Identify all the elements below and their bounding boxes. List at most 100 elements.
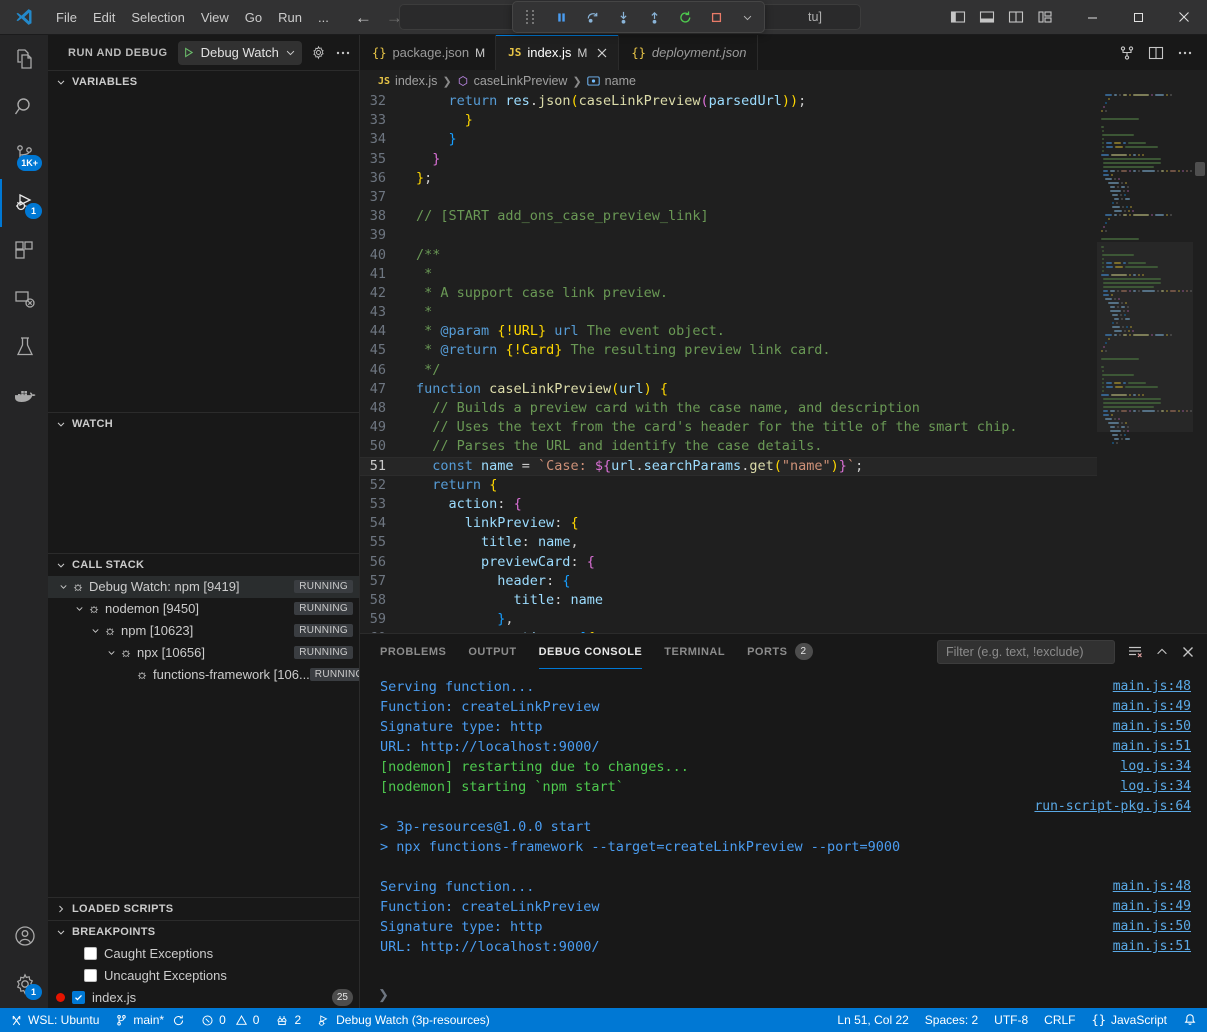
split-editor-right-icon[interactable] — [1148, 45, 1164, 61]
code-editor[interactable]: 32 return res.json(caseLinkPreview(parse… — [360, 92, 1207, 633]
debug-console-output[interactable]: Serving function...main.js:48Function: c… — [360, 669, 1207, 982]
back-arrow-icon[interactable]: ← — [355, 9, 372, 26]
console-source-link[interactable]: main.js:48 — [1113, 677, 1191, 697]
code-line[interactable]: 45 * @return {!Card} The resulting previ… — [360, 341, 1097, 360]
chevron-up-icon[interactable] — [1155, 645, 1169, 659]
code-line[interactable]: 38// [START add_ons_case_preview_link] — [360, 207, 1097, 226]
menu-selection[interactable]: Selection — [123, 7, 192, 28]
code-line[interactable]: 56 previewCard: { — [360, 553, 1097, 572]
status-encoding[interactable]: UTF-8 — [986, 1008, 1036, 1032]
status-eol[interactable]: CRLF — [1036, 1008, 1083, 1032]
code-line[interactable]: 49 // Uses the text from the card's head… — [360, 418, 1097, 437]
tab-package-json[interactable]: {} package.json M — [360, 35, 496, 70]
console-source-link[interactable]: main.js:50 — [1113, 917, 1191, 937]
status-git-branch[interactable]: main* — [107, 1008, 193, 1032]
console-source-link[interactable]: log.js:34 — [1121, 777, 1191, 797]
code-line[interactable]: 41 * — [360, 265, 1097, 284]
debug-configuration-picker[interactable]: Debug Watch — [178, 41, 302, 65]
activity-item-extensions[interactable] — [0, 227, 48, 275]
call-stack-row[interactable]: npm [10623] RUNNING — [48, 620, 359, 642]
code-line[interactable]: 35 } — [360, 150, 1097, 169]
code-line[interactable]: 59 }, — [360, 610, 1097, 629]
menu-more[interactable]: ... — [310, 7, 337, 28]
section-header-watch[interactable]: WATCH — [48, 413, 359, 435]
status-debug-session[interactable]: Debug Watch (3p-resources) — [309, 1008, 498, 1032]
more-actions-icon[interactable] — [335, 45, 351, 61]
call-stack-row[interactable]: npx [10656] RUNNING — [48, 642, 359, 664]
close-icon[interactable] — [1181, 645, 1195, 659]
chevron-down-icon[interactable] — [737, 6, 757, 28]
code-line[interactable]: 52 return { — [360, 476, 1097, 495]
clear-console-icon[interactable] — [1127, 644, 1143, 660]
section-header-call-stack[interactable]: CALL STACK — [48, 554, 359, 576]
breakpoint-row[interactable]: index.js 25 — [48, 987, 359, 1008]
toggle-secondary-sidebar-icon[interactable] — [1008, 9, 1024, 25]
close-icon[interactable] — [596, 47, 608, 59]
start-debug-icon[interactable] — [182, 46, 195, 59]
breadcrumb-item-symbol[interactable]: name — [605, 74, 636, 88]
editor-scrollbar[interactable] — [1193, 92, 1207, 633]
chevron-down-icon[interactable] — [72, 603, 86, 614]
code-line[interactable]: 33 } — [360, 111, 1097, 130]
status-notifications[interactable] — [1175, 1008, 1205, 1032]
close-button[interactable] — [1161, 0, 1207, 35]
chevron-down-icon[interactable] — [285, 47, 296, 58]
menu-view[interactable]: View — [193, 7, 237, 28]
status-problems[interactable]: 0 0 — [193, 1008, 267, 1032]
chevron-down-icon[interactable] — [88, 625, 102, 636]
breakpoint-checkbox[interactable] — [84, 947, 97, 960]
toggle-primary-sidebar-icon[interactable] — [950, 9, 966, 25]
code-line[interactable]: 53 action: { — [360, 495, 1097, 514]
split-editor-icon[interactable] — [1119, 45, 1135, 61]
tab-ports[interactable]: PORTS 2 — [747, 634, 812, 669]
breakpoint-row[interactable]: Caught Exceptions — [48, 943, 359, 965]
status-ports[interactable]: 2 — [267, 1008, 309, 1032]
breakpoint-checkbox[interactable] — [72, 991, 85, 1004]
section-header-variables[interactable]: VARIABLES — [48, 71, 359, 93]
code-line[interactable]: 43 * — [360, 303, 1097, 322]
activity-item-run-and-debug[interactable]: 1 — [0, 179, 48, 227]
console-source-link[interactable]: main.js:50 — [1113, 717, 1191, 737]
customize-layout-icon[interactable] — [1037, 9, 1053, 25]
activity-item-remote-explorer[interactable] — [0, 275, 48, 323]
call-stack-row[interactable]: nodemon [9450] RUNNING — [48, 598, 359, 620]
section-header-breakpoints[interactable]: BREAKPOINTS — [48, 921, 359, 943]
chevron-down-icon[interactable] — [104, 647, 118, 658]
step-out-icon[interactable] — [644, 6, 664, 28]
section-header-loaded-scripts[interactable]: LOADED SCRIPTS — [48, 898, 359, 920]
console-source-link[interactable]: main.js:49 — [1113, 697, 1191, 717]
console-source-link[interactable]: run-script-pkg.js:64 — [1034, 797, 1191, 817]
console-source-link[interactable]: main.js:51 — [1113, 737, 1191, 757]
code-line[interactable]: 58 title: name — [360, 591, 1097, 610]
drag-handle-icon[interactable] — [520, 6, 540, 28]
code-line[interactable]: 51 const name = `Case: ${url.searchParam… — [360, 457, 1097, 476]
tab-deployment-json[interactable]: {} deployment.json — [619, 35, 757, 70]
tab-output[interactable]: OUTPUT — [468, 634, 516, 669]
code-line[interactable]: 34 } — [360, 130, 1097, 149]
sync-icon[interactable] — [172, 1014, 185, 1027]
console-source-link[interactable]: main.js:48 — [1113, 877, 1191, 897]
breakpoint-checkbox[interactable] — [84, 969, 97, 982]
tab-problems[interactable]: PROBLEMS — [380, 634, 446, 669]
code-line[interactable]: 32 return res.json(caseLinkPreview(parse… — [360, 92, 1097, 111]
activity-item-explorer[interactable] — [0, 35, 48, 83]
more-actions-icon[interactable] — [1177, 45, 1193, 61]
activity-item-search[interactable] — [0, 83, 48, 131]
code-line[interactable]: 40/** — [360, 246, 1097, 265]
chevron-down-icon[interactable] — [56, 581, 70, 592]
code-line[interactable]: 55 title: name, — [360, 533, 1097, 552]
breakpoint-row[interactable]: Uncaught Exceptions — [48, 965, 359, 987]
code-line[interactable]: 39 — [360, 226, 1097, 245]
console-source-link[interactable]: main.js:49 — [1113, 897, 1191, 917]
activity-item-source-control[interactable]: 1K+ — [0, 131, 48, 179]
console-source-link[interactable]: main.js:51 — [1113, 937, 1191, 957]
status-cursor-position[interactable]: Ln 51, Col 22 — [829, 1008, 916, 1032]
pause-icon[interactable] — [551, 6, 571, 28]
activity-item-accounts[interactable] — [0, 912, 48, 960]
tab-debug-console[interactable]: DEBUG CONSOLE — [539, 634, 643, 669]
code-line[interactable]: 37 — [360, 188, 1097, 207]
code-line[interactable]: 60 sections: [{ — [360, 629, 1097, 633]
restart-icon[interactable] — [675, 6, 695, 28]
code-line[interactable]: 44 * @param {!URL} url The event object. — [360, 322, 1097, 341]
menu-go[interactable]: Go — [237, 7, 270, 28]
